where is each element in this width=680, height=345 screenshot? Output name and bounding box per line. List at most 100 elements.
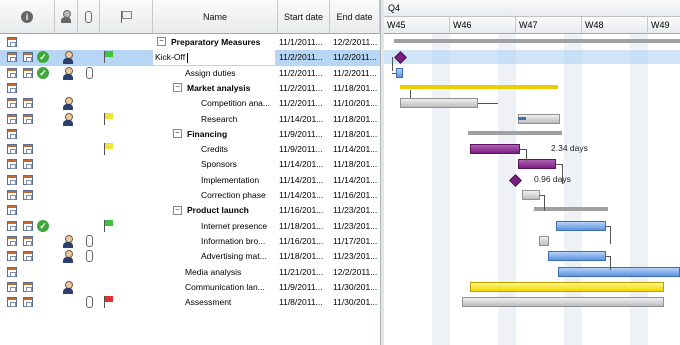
task-start-date[interactable]: 11/14/201... (279, 112, 331, 127)
task-start-date[interactable]: 11/2/2011... (279, 81, 331, 96)
task-row[interactable]: Implementation 11/14/201... 11/14/201... (0, 173, 380, 188)
week-header-w47: W47 (516, 17, 582, 34)
resource-person-icon (63, 280, 73, 294)
task-start-date[interactable]: 11/14/201... (279, 188, 331, 203)
task-bar-advertising-material[interactable] (548, 251, 606, 262)
task-name[interactable]: − Preparatory Measures (155, 35, 277, 50)
resource-person-icon (63, 250, 73, 264)
task-bar-competition-analysis[interactable] (400, 98, 478, 109)
collapse-toggle[interactable]: − (157, 37, 166, 47)
task-start-date[interactable]: 11/2/2011... (279, 96, 331, 111)
task-name[interactable]: − Product launch (155, 203, 293, 218)
task-info-icon (7, 82, 17, 93)
end-date-column-header[interactable]: End date (330, 0, 380, 34)
collapse-toggle[interactable]: − (173, 83, 182, 93)
task-start-date[interactable]: 11/18/201... (279, 219, 331, 234)
task-bar-information-brochure[interactable] (539, 235, 549, 246)
task-bar-internet-presence[interactable] (556, 220, 606, 231)
task-info-icon (7, 266, 17, 277)
task-row[interactable]: − Market analysis 11/2/2011... 11/18/201... (0, 81, 380, 96)
task-end-date[interactable]: 11/17/201... (333, 234, 380, 249)
task-table-icon (23, 67, 33, 78)
task-end-date[interactable]: 11/18/201... (333, 157, 380, 172)
task-name-text: Credits (201, 144, 228, 155)
task-end-date[interactable]: 12/2/2011... (333, 265, 380, 280)
task-name[interactable]: − Financing (155, 127, 293, 142)
task-bar-communication-launch[interactable] (470, 281, 664, 292)
task-end-date[interactable]: 11/18/201... (333, 81, 380, 96)
name-column-header[interactable]: Name (153, 0, 278, 34)
task-end-date[interactable]: 11/10/201... (333, 96, 380, 111)
task-end-date[interactable]: 11/30/201... (333, 280, 380, 295)
task-bar-assessment[interactable] (462, 297, 664, 308)
task-row[interactable]: Credits 11/9/2011... 11/14/201... (0, 142, 380, 157)
task-row[interactable]: Sponsors 11/14/201... 11/18/201... (0, 157, 380, 172)
task-row[interactable]: Information bro... 11/16/201... 11/17/201.… (0, 234, 380, 249)
yellow-flag-icon (104, 143, 114, 156)
task-end-date[interactable]: 11/23/201... (333, 219, 380, 234)
task-row[interactable]: Advertising mat... 11/18/201... 11/23/201.… (0, 249, 380, 264)
summary-bar-financing[interactable] (468, 130, 562, 135)
collapse-toggle[interactable]: − (173, 205, 182, 215)
task-end-date[interactable]: 11/16/201... (333, 188, 380, 203)
task-start-date[interactable]: 11/8/2011... (279, 295, 331, 310)
attachment-column-header[interactable] (78, 0, 100, 34)
summary-bar-market-analysis[interactable] (400, 84, 558, 89)
task-start-date[interactable]: 11/9/2011... (279, 280, 331, 295)
collapse-toggle[interactable]: − (173, 129, 182, 139)
task-end-date[interactable]: 11/14/201... (333, 142, 380, 157)
task-row[interactable]: Media analysis 11/21/201... 12/2/2011... (0, 265, 380, 280)
task-start-date[interactable]: 11/16/201... (279, 203, 331, 218)
task-end-date[interactable]: 11/30/201... (333, 295, 380, 310)
task-bar-sponsors[interactable] (518, 159, 556, 170)
task-row[interactable]: Communication lan... 11/9/2011... 11/30/20… (0, 280, 380, 295)
summary-bar-preparatory[interactable] (394, 39, 680, 43)
task-start-date[interactable]: 11/18/201... (279, 249, 331, 264)
task-start-date[interactable]: 11/21/201... (279, 265, 331, 280)
task-start-date[interactable]: 11/14/201... (279, 157, 331, 172)
info-column-header[interactable]: i (0, 0, 55, 34)
task-bar-credits[interactable] (470, 144, 520, 155)
start-header-label: Start date (283, 11, 324, 22)
task-name[interactable]: Kick-Off (153, 50, 275, 66)
task-row[interactable]: − Preparatory Measures 11/1/2011... 12/2/20… (0, 35, 380, 50)
resource-column-header[interactable] (55, 0, 78, 34)
task-row[interactable]: Correction phase 11/14/201... 11/16/201... (0, 188, 380, 203)
task-end-date[interactable]: 11/2/2011... (333, 66, 380, 81)
task-end-date[interactable]: 11/23/201... (333, 203, 380, 218)
task-row[interactable]: Competition ana... 11/2/2011... 11/10/201.… (0, 96, 380, 111)
task-end-date[interactable]: 11/23/201... (333, 249, 380, 264)
task-row[interactable]: − Product launch 11/16/201... 11/23/201... (0, 203, 380, 218)
task-bar-correction-phase[interactable] (522, 190, 540, 200)
task-start-date[interactable]: 11/2/2011... (279, 66, 331, 81)
summary-bar-product-launch[interactable] (534, 207, 608, 212)
green-flag-icon (104, 219, 114, 232)
task-row[interactable]: ✓ Internet presence 11/18/201... 11/23/201.… (0, 219, 380, 234)
task-bar-assign-duties[interactable] (396, 67, 403, 78)
task-start-date[interactable]: 11/16/201... (279, 234, 331, 249)
week-header-w48: W48 (582, 17, 648, 34)
task-name[interactable]: − Market analysis (155, 81, 293, 96)
task-end-date[interactable]: 11/18/201... (333, 127, 380, 142)
task-end-date[interactable]: 11/2/2011... (333, 50, 380, 65)
task-row[interactable]: ✓ Kick-Off 11/2/2011... 11/2/2011... (0, 50, 380, 66)
task-end-date[interactable]: 11/14/201... (333, 173, 380, 188)
task-start-date[interactable]: 11/1/2011... (279, 35, 331, 50)
task-start-date[interactable]: 11/14/201... (279, 173, 331, 188)
task-bar-media-analysis[interactable] (558, 266, 680, 277)
start-date-column-header[interactable]: Start date (278, 0, 330, 34)
task-info-icon (7, 235, 17, 246)
task-start-date[interactable]: 11/9/2011... (279, 127, 331, 142)
task-row[interactable]: Research 11/14/201... 11/18/201... (0, 112, 380, 127)
task-row[interactable]: ✓ Assign duties 11/2/2011... 11/2/2011... (0, 66, 380, 81)
task-end-date[interactable]: 11/18/201... (333, 112, 380, 127)
task-info-icon (7, 205, 17, 216)
task-start-date[interactable]: 11/2/2011... (279, 50, 331, 65)
dependency-link (526, 149, 527, 162)
progress-research[interactable] (518, 116, 526, 120)
flag-column-header[interactable] (100, 0, 153, 34)
task-end-date[interactable]: 12/2/2011... (333, 35, 380, 50)
task-row[interactable]: Assessment 11/8/2011... 11/30/201... (0, 295, 380, 310)
task-start-date[interactable]: 11/9/2011... (279, 142, 331, 157)
task-row[interactable]: − Financing 11/9/2011... 11/18/201... (0, 127, 380, 142)
